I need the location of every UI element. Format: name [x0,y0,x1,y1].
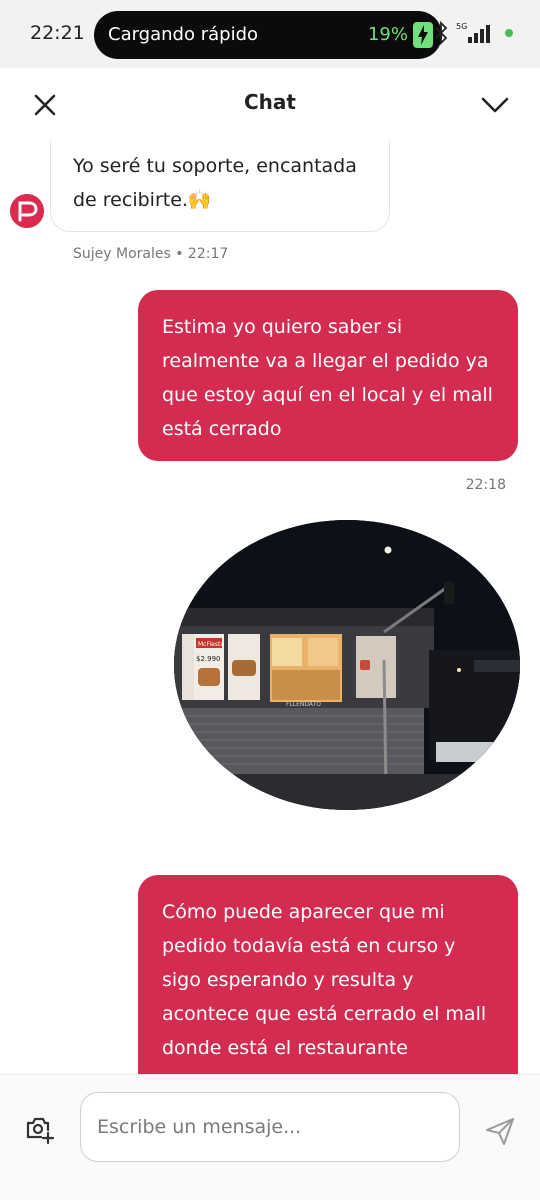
network-type: 5G [456,22,467,31]
outgoing-message: Cómo puede aparecer que mi pedido todaví… [138,875,518,1074]
message-input-box[interactable] [80,1092,460,1162]
incoming-message-meta: Sujey Morales • 22:17 [73,246,229,262]
message-input[interactable] [81,1093,459,1161]
chat-header: Chat [0,68,540,142]
status-dot-icon [505,29,513,37]
moon-icon [384,546,392,554]
send-icon [486,1118,514,1145]
photo-attachment[interactable]: McFiesta $2.990 FLLENDATO [174,520,520,810]
chevron-down-icon [481,97,509,113]
message-composer [0,1074,540,1200]
ad-price-text: $2.990 [196,655,221,663]
storefront-photo: McFiesta $2.990 FLLENDATO [174,520,520,810]
charging-text: Cargando rápido [108,24,259,45]
add-photo-button[interactable] [24,1113,56,1145]
send-button[interactable] [484,1115,516,1147]
page-title: Chat [244,90,296,114]
charging-pill: Cargando rápido 19% [94,11,442,59]
status-time: 22:21 [30,22,85,44]
collapse-button[interactable] [478,90,512,120]
camera-add-icon [26,1117,55,1145]
ad-promo-text: McFiesta [198,641,224,648]
agent-avatar [10,194,44,228]
outgoing-message: Estima yo quiero saber si realmente va a… [138,290,518,461]
charging-bolt-icon [413,22,433,48]
message-list[interactable]: Yo seré tu soporte, encantada de recibir… [0,142,540,1074]
system-icons: 5G [435,20,513,46]
battery-percent: 19% [367,24,408,45]
outgoing-message-time: 22:18 [465,477,506,493]
incoming-message: Yo seré tu soporte, encantada de recibir… [50,142,390,232]
signal-icon [468,25,490,43]
status-bar: 22:21 Cargando rápido 19% 5G [0,0,540,68]
bluetooth-icon [435,20,448,46]
storefront-sign: FLLENDATO [286,701,321,708]
